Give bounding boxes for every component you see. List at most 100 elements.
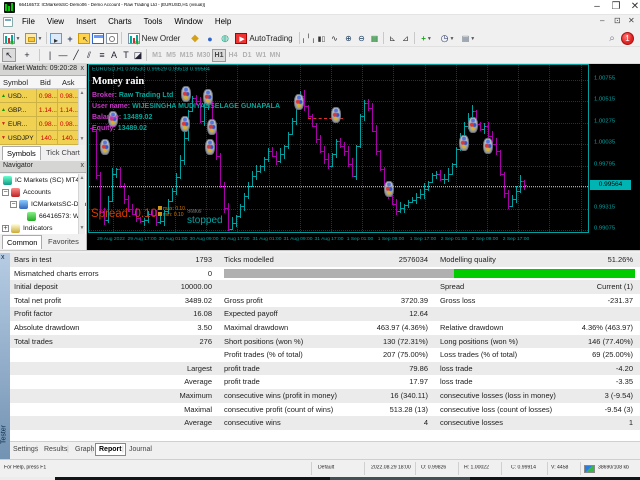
price-bar (344, 142, 345, 156)
report-value: -3.35 (616, 377, 633, 386)
menu-insert[interactable]: Insert (70, 15, 102, 30)
timeframe-h1[interactable]: H1 (212, 49, 226, 62)
tile-windows-button[interactable]: ▦ (368, 31, 381, 46)
tab-tick-chart[interactable]: Tick Chart (42, 146, 84, 159)
crosshair-tool-button[interactable]: + (20, 48, 34, 62)
menu-help[interactable]: Help (209, 15, 237, 30)
chart-shift-button[interactable]: ▸ (49, 31, 63, 46)
periods-button[interactable]: ◷▼ (438, 31, 457, 46)
market-watch-row[interactable]: ▲GBP...1.14...1.14... (0, 103, 79, 117)
timeframe-m30[interactable]: M30 (195, 49, 212, 62)
menu-window[interactable]: Window (168, 15, 208, 30)
channel-button[interactable]: ⫽ (82, 48, 96, 62)
menu-file[interactable]: File (16, 15, 41, 30)
market-watch-close-icon[interactable]: x (81, 65, 85, 72)
timeframe-w1[interactable]: W1 (254, 49, 268, 62)
community-button[interactable]: ◍ (218, 31, 232, 46)
report-label: Ticks modelled (224, 255, 274, 264)
trendline-button[interactable]: ╱ (69, 48, 83, 62)
column-ask[interactable]: Ask (62, 78, 75, 87)
profiles-button[interactable]: ▼ (23, 31, 44, 46)
new-order-button[interactable]: +New Order (124, 31, 184, 46)
report-label: consecutive loss (count of losses) (440, 405, 552, 414)
open-tick (506, 193, 508, 194)
timeframe-d1[interactable]: D1 (240, 49, 254, 62)
timeframe-mn[interactable]: MN (268, 49, 282, 62)
market-watch-scrollbar[interactable]: ▲▼ (78, 89, 85, 145)
time-tick-label: 31 Aug 01:00 (252, 237, 281, 242)
zoom-out-button[interactable]: ⊖ (355, 31, 368, 46)
tab-common[interactable]: Common (2, 235, 42, 249)
report-label: Maximal drawdown (224, 323, 288, 332)
data-window-button[interactable] (91, 31, 105, 46)
child-minimize-button[interactable]: – (600, 16, 604, 25)
tester-tab-report[interactable]: Report (95, 443, 126, 456)
timeframe-h4[interactable]: H4 (226, 49, 240, 62)
autotrading-button[interactable]: ▶AutoTrading (233, 31, 295, 46)
chart-window2-button[interactable]: ⊿ (399, 31, 412, 46)
navigator-scrollbar[interactable]: ▲▼ (78, 174, 85, 234)
money-bag-icon (207, 119, 217, 135)
report-value: 146 (77.40%) (588, 337, 633, 346)
menu-tools[interactable]: Tools (138, 15, 169, 30)
navigator-item-66416573-wu[interactable]: 66416573: WU (0, 211, 86, 223)
chart-plot[interactable]: EURUSD,H1 0.99530 0.99629 0.99518 0.9956… (88, 64, 589, 233)
vertical-line-button[interactable]: | (43, 48, 57, 62)
market-watch-row[interactable]: ▲USD...0.98...0.98... (0, 89, 79, 103)
navigator-item-ic-markets-sc-mt4[interactable]: IC Markets (SC) MT4 (0, 175, 86, 187)
tester-tab-journal[interactable]: Journal (126, 444, 155, 455)
search-icon[interactable]: ⌕ (604, 31, 620, 46)
navigator-item-icmarketssc-den[interactable]: −ICMarketsSC-Den (0, 199, 86, 211)
status-profile[interactable]: Default (318, 465, 334, 470)
money-bag-icon (459, 135, 469, 151)
time-tick-label: 2 Sep 01:00 (441, 237, 468, 242)
zoom-window-button[interactable] (105, 31, 119, 46)
timeframe-m1[interactable]: M1 (150, 49, 164, 62)
toolbar-separator (299, 32, 300, 44)
shapes-button[interactable]: ◪ (131, 48, 145, 62)
expand-icon[interactable]: + (2, 225, 9, 232)
child-restore-button[interactable]: ⊡ (614, 16, 621, 25)
tester-tab-results[interactable]: Results (41, 444, 70, 455)
column-bid[interactable]: Bid (40, 78, 51, 87)
cursor-mode-button[interactable]: ↖ (77, 31, 91, 46)
minimize-button[interactable]: – (588, 0, 606, 14)
expert-advisors-button[interactable]: ◆ (188, 31, 202, 46)
menu-charts[interactable]: Charts (102, 15, 138, 30)
mql-profile-button[interactable]: ● (203, 31, 217, 46)
timeframe-m5[interactable]: M5 (164, 49, 178, 62)
chart-window-button[interactable]: ⊾ (386, 31, 399, 46)
report-value: 3489.02 (185, 296, 212, 305)
timeframe-m15[interactable]: M15 (178, 49, 195, 62)
templates-button[interactable]: ▤▼ (459, 31, 478, 46)
navigator-tree: IC Markets (SC) MT4−Accounts−ICMarketsSC… (0, 174, 86, 234)
menu-view[interactable]: View (41, 15, 70, 30)
zoom-in-button[interactable]: ⊕ (342, 31, 355, 46)
close-button[interactable]: ✕ (626, 0, 640, 14)
notifications-badge[interactable]: 1 (621, 32, 634, 45)
tester-close-icon[interactable]: x (1, 254, 5, 261)
navigator-item-accounts[interactable]: −Accounts (0, 187, 86, 199)
column-symbol[interactable]: Symbol (3, 78, 28, 87)
chart-area[interactable]: EURUSD,H1 0.99530 0.99629 0.99518 0.9956… (87, 64, 640, 250)
crosshair-button[interactable]: + (63, 31, 77, 46)
bar-chart-mode-button[interactable]: ╷╵╷ (302, 31, 315, 46)
collapse-icon[interactable]: − (10, 201, 17, 208)
cursor-tool-button[interactable]: ↖ (2, 48, 16, 62)
maximize-button[interactable]: ❐ (607, 0, 625, 14)
navigator-close-icon[interactable]: x (81, 162, 85, 169)
line-chart-mode-button[interactable]: ∿ (328, 31, 341, 46)
tab-favorites[interactable]: Favorites (44, 235, 83, 248)
report-value: -231.37 (608, 296, 633, 305)
tab-symbols[interactable]: Symbols (2, 146, 41, 160)
market-watch-row[interactable]: ▼EUR...0.98...0.98... (0, 117, 79, 131)
symbol-cell: GBP... (8, 107, 26, 114)
horizontal-line-button[interactable]: — (56, 48, 70, 62)
child-close-button[interactable]: ✕ (628, 16, 635, 25)
indicators-button[interactable]: +▼ (417, 31, 436, 46)
tester-tab-graph[interactable]: Graph (72, 444, 97, 455)
candlestick-mode-button[interactable]: ▮▯ (315, 31, 328, 46)
collapse-icon[interactable]: − (2, 189, 9, 196)
new-chart-button[interactable]: +▼ (1, 31, 22, 46)
market-watch-row[interactable]: ▼USDJPY140...140... (0, 131, 79, 145)
